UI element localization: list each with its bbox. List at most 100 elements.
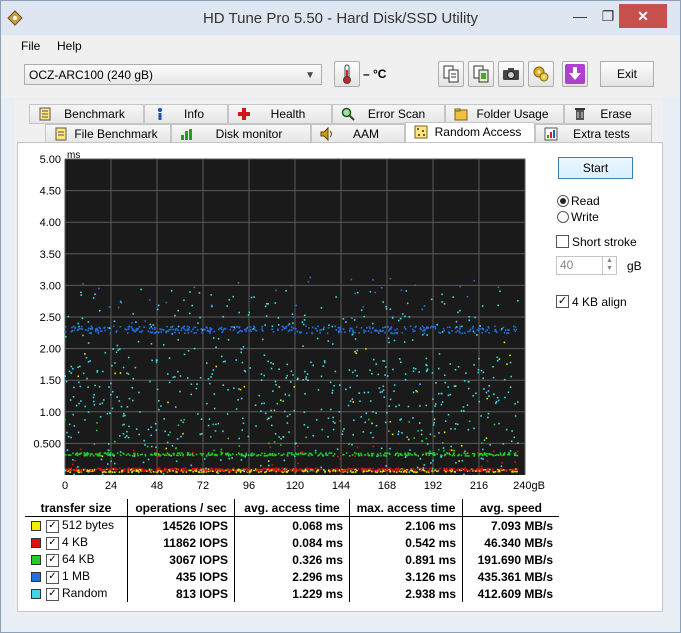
- screenshot-button[interactable]: [498, 61, 524, 87]
- series-checkbox[interactable]: ✓: [46, 519, 59, 533]
- tab-folder-usage[interactable]: Folder Usage: [445, 104, 564, 124]
- point-random: [128, 425, 130, 428]
- point-random: [447, 413, 450, 416]
- point-random: [467, 387, 470, 390]
- tab-file-benchmark[interactable]: File Benchmark: [45, 124, 171, 144]
- point-512-bytes: [488, 470, 490, 473]
- point-64-kb: [271, 452, 274, 455]
- read-radio[interactable]: [557, 195, 569, 207]
- point-1-mb: [486, 329, 489, 331]
- point-random: [386, 375, 389, 377]
- point-4-kb: [69, 470, 71, 472]
- tab-error-scan[interactable]: Error Scan: [332, 104, 445, 124]
- stroke-size-input[interactable]: 40 ▲ ▼: [556, 256, 617, 275]
- point-1-mb: [514, 326, 517, 328]
- temperature-button[interactable]: [334, 61, 360, 87]
- point-64-kb: [503, 452, 506, 454]
- series-checkbox[interactable]: ✓: [46, 570, 59, 584]
- point-64-kb: [199, 452, 202, 455]
- transfer-size-cell: ✓ 1 MB: [25, 568, 128, 585]
- point-random: [228, 299, 231, 301]
- point-1-mb: [245, 330, 247, 333]
- spin-arrows-icon[interactable]: ▲ ▼: [602, 257, 616, 274]
- point-64-kb: [507, 452, 510, 454]
- save-button[interactable]: [562, 61, 588, 87]
- point-64-kb: [368, 418, 370, 421]
- maximize-button[interactable]: ❐: [595, 5, 621, 27]
- col-max-access: max. access time: [349, 499, 463, 517]
- x-axis-ticks: 0 24 48 72 96 120 144 168 192 216 240gB: [62, 480, 545, 492]
- tab-info[interactable]: Info: [144, 104, 228, 124]
- menu-help[interactable]: Help: [57, 39, 82, 53]
- point-64-kb: [463, 452, 465, 454]
- point-random: [283, 459, 286, 462]
- tab-benchmark[interactable]: Benchmark: [29, 104, 144, 124]
- tab-erase[interactable]: Erase: [564, 104, 652, 124]
- point-64-kb: [471, 452, 474, 455]
- point-1-mb: [248, 329, 251, 332]
- options-button[interactable]: [528, 61, 554, 87]
- exit-button[interactable]: Exit: [600, 61, 654, 87]
- point-512-bytes: [391, 433, 394, 436]
- point-512-bytes: [176, 471, 178, 473]
- minimize-button[interactable]: —: [567, 5, 593, 27]
- point-1-mb: [147, 330, 150, 332]
- point-random: [118, 400, 121, 402]
- point-random: [150, 445, 153, 448]
- series-checkbox[interactable]: ✓: [46, 553, 59, 567]
- point-1-mb: [377, 330, 379, 332]
- point-random: [162, 472, 165, 475]
- point-1-mb: [90, 331, 92, 334]
- point-1-mb: [339, 326, 341, 329]
- menu-file[interactable]: File: [21, 39, 40, 53]
- point-1-mb: [193, 332, 195, 334]
- copy-all-button[interactable]: [468, 61, 494, 87]
- point-4-kb: [297, 445, 299, 447]
- point-4-kb: [387, 469, 390, 472]
- point-random: [371, 322, 374, 325]
- copy-info-button[interactable]: [438, 61, 464, 87]
- tab-random-access[interactable]: Random Access: [405, 122, 535, 144]
- tab-aam[interactable]: AAM: [311, 124, 405, 144]
- point-64-kb: [342, 453, 345, 456]
- point-random: [418, 422, 421, 424]
- start-button[interactable]: Start: [558, 157, 633, 179]
- point-random: [272, 363, 275, 365]
- col-operations: operations / sec: [127, 499, 235, 517]
- write-radio[interactable]: [557, 211, 569, 223]
- point-random: [331, 389, 334, 392]
- point-random: [338, 384, 341, 386]
- drive-select[interactable]: OCZ-ARC100 (240 gB) ▼: [24, 64, 322, 85]
- point-64-kb: [178, 452, 181, 455]
- point-64-kb: [177, 452, 179, 454]
- point-random: [166, 441, 169, 444]
- point-random: [111, 407, 114, 410]
- point-64-kb: [279, 444, 282, 446]
- point-1-mb: [370, 331, 373, 334]
- align-4kb-checkbox[interactable]: ✓: [556, 295, 569, 308]
- tab-health[interactable]: Health: [228, 104, 332, 124]
- point-4-kb: [143, 470, 146, 472]
- point-random: [171, 444, 174, 447]
- point-random: [241, 429, 243, 431]
- point-random: [286, 374, 288, 377]
- point-random: [431, 410, 434, 413]
- point-64-kb: [173, 452, 175, 455]
- series-checkbox[interactable]: ✓: [46, 536, 59, 550]
- tab-extra-tests[interactable]: Extra tests: [535, 124, 652, 144]
- tab-disk-monitor[interactable]: Disk monitor: [171, 124, 311, 144]
- transfer-size-label: 4 KB: [62, 535, 89, 550]
- point-512-bytes: [433, 418, 436, 421]
- point-1-mb: [81, 328, 84, 330]
- point-random: [412, 417, 414, 419]
- point-random: [274, 380, 277, 383]
- close-button[interactable]: ✕: [619, 4, 667, 28]
- short-stroke-checkbox[interactable]: [556, 235, 569, 248]
- point-512-bytes: [389, 420, 392, 423]
- point-random: [108, 386, 110, 388]
- point-1-mb: [291, 329, 293, 332]
- series-checkbox[interactable]: ✓: [46, 587, 59, 601]
- point-1-mb: [476, 329, 479, 331]
- point-1-mb: [232, 329, 235, 332]
- point-1-mb: [448, 332, 451, 335]
